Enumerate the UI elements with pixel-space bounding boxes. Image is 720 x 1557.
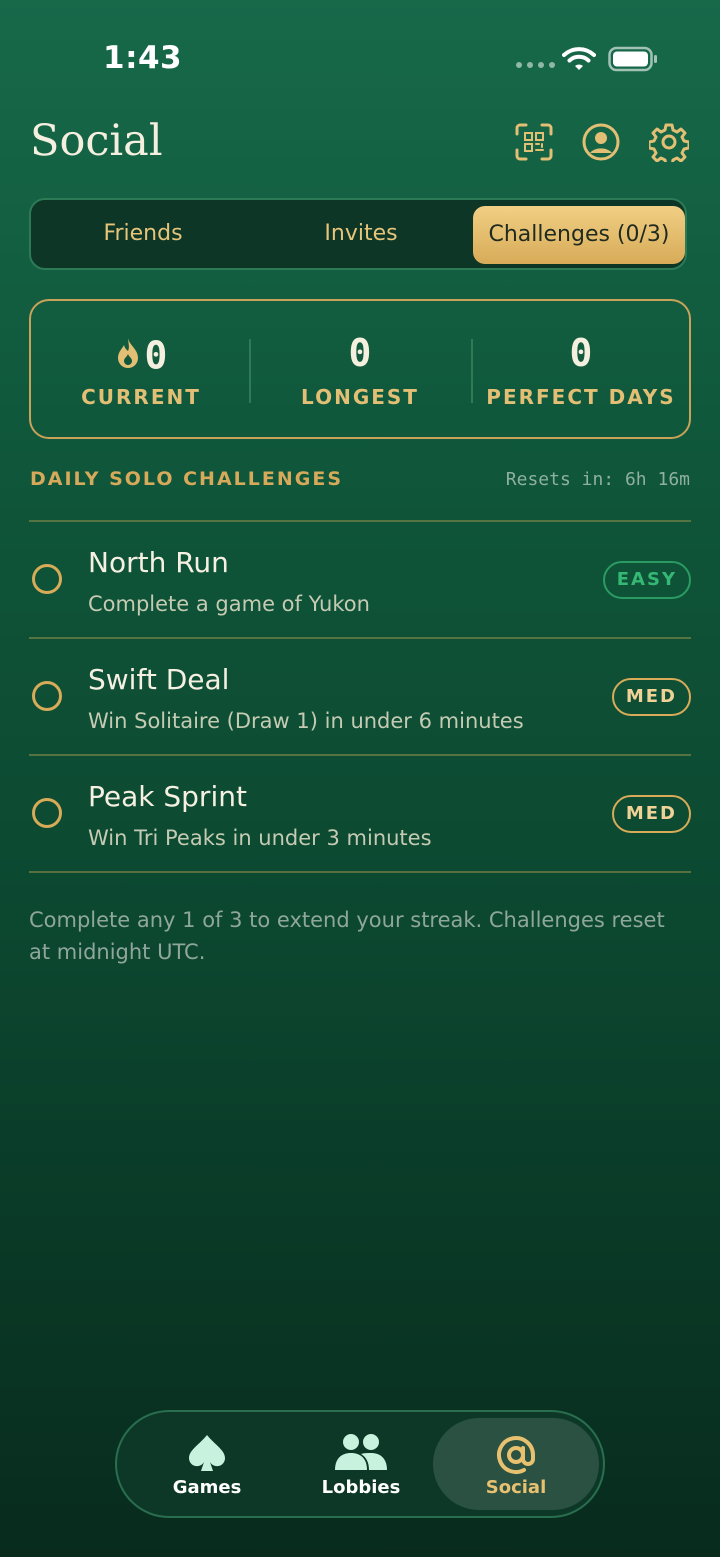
- nav-games-label: Games: [172, 1477, 242, 1498]
- radio-unchecked-icon[interactable]: [32, 564, 62, 594]
- nav-social-label: Social: [485, 1477, 547, 1498]
- qr-scan-icon[interactable]: [514, 122, 554, 162]
- flame-icon: [115, 334, 141, 378]
- difficulty-badge: MED: [611, 678, 691, 716]
- stat-current-value: 0: [144, 333, 168, 378]
- gear-icon[interactable]: [649, 122, 689, 162]
- radio-unchecked-icon[interactable]: [32, 681, 62, 711]
- challenge-name: North Run: [88, 546, 229, 579]
- challenge-name: Swift Deal: [88, 663, 230, 696]
- nav-social[interactable]: Social: [433, 1418, 599, 1510]
- divider: [29, 871, 691, 873]
- cellular-signal-icon: [516, 62, 555, 68]
- stat-current-label: CURRENT: [81, 385, 201, 409]
- stat-longest-label: LONGEST: [301, 385, 419, 409]
- difficulty-badge: EASY: [602, 561, 691, 599]
- section-title: DAILY SOLO CHALLENGES: [30, 468, 344, 490]
- profile-icon[interactable]: [581, 122, 621, 162]
- stat-perfect-days-label: PERFECT DAYS: [486, 385, 676, 409]
- challenge-description: Complete a game of Yukon: [88, 592, 370, 616]
- at-icon: [493, 1432, 539, 1482]
- battery-icon: [608, 46, 658, 76]
- tab-friends[interactable]: Friends: [35, 200, 251, 268]
- challenge-name: Peak Sprint: [88, 780, 247, 813]
- nav-lobbies[interactable]: Lobbies: [281, 1412, 441, 1516]
- tab-invites[interactable]: Invites: [253, 200, 469, 268]
- reset-timer: Resets in: 6h 16m: [505, 469, 690, 490]
- challenge-item[interactable]: Swift Deal Win Solitaire (Draw 1) in und…: [29, 639, 691, 754]
- stat-longest-value: 0: [348, 331, 372, 375]
- streak-stats-card: 0 CURRENT 0 LONGEST 0 PERFECT DAYS: [29, 299, 691, 439]
- page-title: Social: [30, 116, 163, 166]
- challenge-description: Win Solitaire (Draw 1) in under 6 minute…: [88, 709, 524, 733]
- people-icon: [332, 1432, 390, 1476]
- challenge-item[interactable]: Peak Sprint Win Tri Peaks in under 3 min…: [29, 756, 691, 871]
- nav-games[interactable]: Games: [127, 1412, 287, 1516]
- radio-unchecked-icon[interactable]: [32, 798, 62, 828]
- nav-lobbies-label: Lobbies: [321, 1477, 401, 1498]
- challenge-description: Win Tri Peaks in under 3 minutes: [88, 826, 432, 850]
- challenge-list: North Run Complete a game of Yukon EASY …: [29, 520, 691, 873]
- tab-bar: Friends Invites Challenges (0/3): [29, 198, 687, 270]
- challenge-item[interactable]: North Run Complete a game of Yukon EASY: [29, 522, 691, 637]
- bottom-nav: Games Lobbies Social: [115, 1410, 605, 1518]
- difficulty-badge: MED: [611, 795, 691, 833]
- stat-perfect-days-value: 0: [569, 331, 593, 375]
- tab-challenges[interactable]: Challenges (0/3): [473, 206, 685, 264]
- spade-icon: [186, 1432, 228, 1478]
- wifi-icon: [562, 46, 596, 76]
- streak-footnote: Complete any 1 of 3 to extend your strea…: [29, 908, 665, 964]
- status-time: 1:43: [103, 40, 183, 76]
